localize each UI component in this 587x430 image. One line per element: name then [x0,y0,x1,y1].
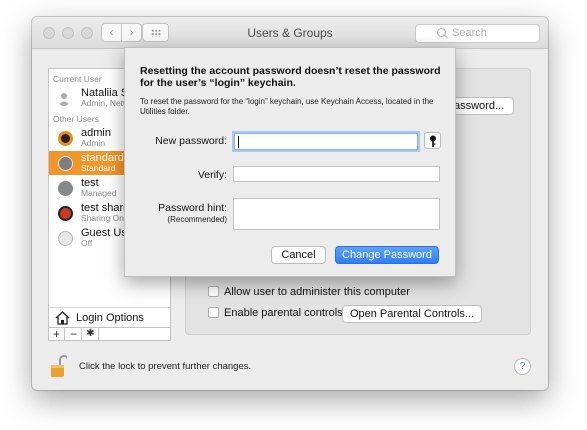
user-role: Managed [81,188,117,198]
user-role: Admin, Netw [81,98,130,108]
login-options-item[interactable]: Login Options [49,307,170,327]
add-user-button[interactable]: + [49,328,65,341]
user-role: Admin [81,138,106,148]
parental-controls-label: Enable parental controls [224,307,343,319]
current-user-header: Current User [53,74,102,84]
change-password-confirm-button[interactable]: Change Password [335,246,439,264]
verify-field[interactable] [233,166,440,182]
search-field[interactable]: Search [415,24,540,43]
new-password-label: New password: [155,135,227,147]
sidebar-button-bar: + − ✱ [49,327,170,341]
parental-controls-row[interactable]: Enable parental controls [208,307,343,319]
gear-icon[interactable]: ✱ [83,328,99,341]
search-icon [437,28,446,37]
flower-avatar [58,206,73,221]
sheet-title: Resetting the account password doesn’t r… [140,65,441,89]
title-bar: ‹ › Users & Groups Search [32,17,548,49]
user-role: Off [81,238,93,248]
key-icon [430,135,436,147]
allow-admin-checkbox[interactable] [208,286,219,297]
allow-admin-label: Allow user to administer this computer [224,286,410,298]
search-placeholder: Search [452,27,487,39]
new-password-field[interactable] [234,133,418,150]
allow-admin-row[interactable]: Allow user to administer this computer [208,286,410,298]
lock-message: Click the lock to prevent further change… [79,361,252,372]
password-hint-field[interactable] [233,198,440,230]
change-password-label: assword... [454,100,505,112]
password-hint-label: Password hint: [158,202,227,214]
house-icon [55,311,70,325]
lock-open-icon[interactable] [51,355,67,377]
target-avatar [58,131,73,146]
text-caret [238,136,239,148]
reset-password-sheet: Resetting the account password doesn’t r… [124,47,456,277]
gray-avatar [58,156,73,171]
blank-user-icon [58,93,70,106]
sheet-description: To reset the password for the “login” ke… [140,97,434,116]
other-users-header: Other Users [53,114,99,124]
user-role: Sharing On [81,213,124,223]
login-options-label: Login Options [76,312,144,324]
guest-avatar [58,231,73,246]
user-role: Standard [81,163,116,173]
open-parental-controls-button[interactable]: Open Parental Controls... [342,305,482,323]
verify-label: Verify: [197,169,227,181]
help-button[interactable]: ? [514,358,531,375]
remove-user-button[interactable]: − [66,328,82,341]
password-assistant-button[interactable] [424,132,441,149]
password-hint-sublabel: (Recommended) [167,215,227,224]
gray-avatar [58,181,73,196]
parental-controls-checkbox[interactable] [208,307,219,318]
cancel-button[interactable]: Cancel [271,246,326,264]
